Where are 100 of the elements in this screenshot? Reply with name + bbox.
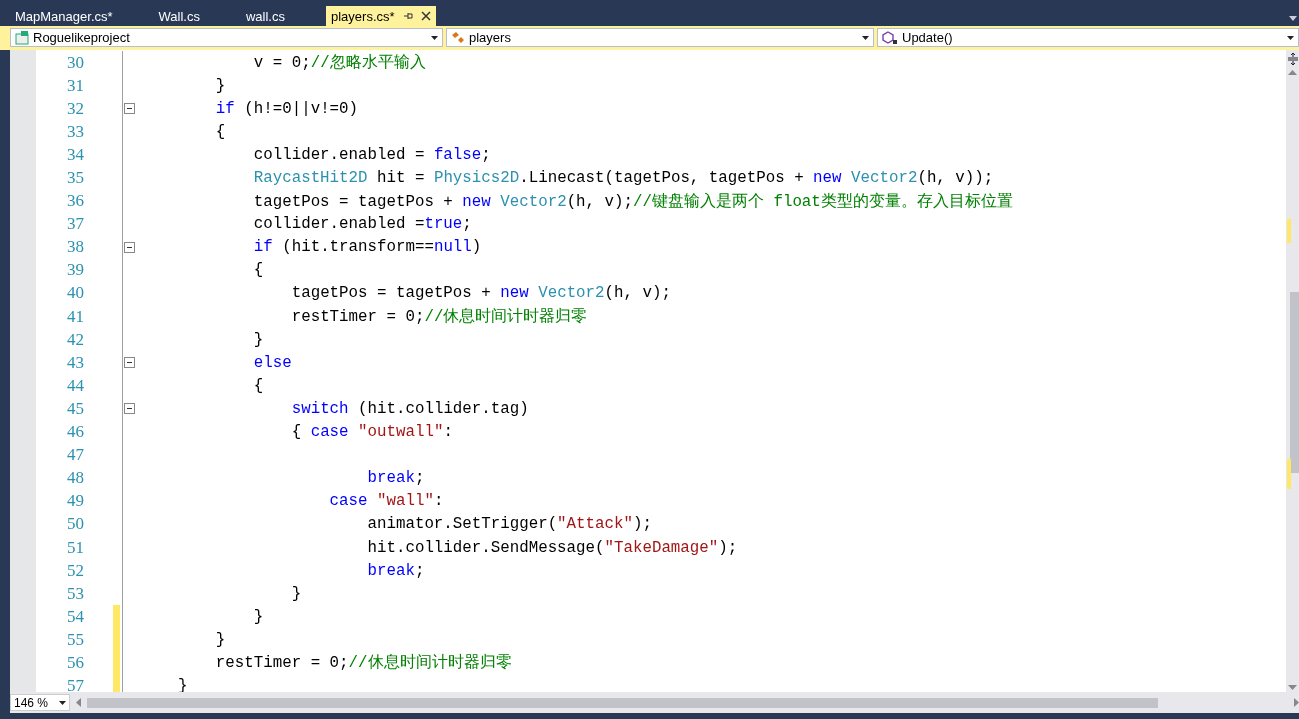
code-text: ; <box>481 145 491 164</box>
line-number: 40 <box>66 283 84 304</box>
code-text: (hit.collider.tag) <box>358 399 529 418</box>
code-text: { <box>291 423 302 442</box>
code-text: } <box>253 607 264 626</box>
dropdown-arrow-icon <box>431 35 438 40</box>
line-number: 48 <box>66 468 84 489</box>
code-text: v = 0; <box>253 54 311 73</box>
code-keyword: break <box>367 561 415 580</box>
code-text: collider.enabled = <box>253 215 425 234</box>
scroll-thumb[interactable] <box>1290 292 1299 473</box>
line-number: 44 <box>66 375 84 396</box>
project-icon <box>15 30 29 45</box>
code-text: (h, v); <box>566 192 633 211</box>
line-number: 32 <box>66 98 84 119</box>
code-text: hit.collider.SendMessage( <box>367 538 605 557</box>
code-type-name: Physics2D <box>433 169 520 187</box>
code-keyword: true <box>424 215 463 234</box>
line-number: 39 <box>66 260 84 281</box>
code-text: (hit.transform== <box>282 238 434 257</box>
scroll-thumb[interactable] <box>87 697 1158 708</box>
code-keyword: switch <box>291 399 349 418</box>
code-text: .Linecast(tagetPos, tagetPos + <box>519 169 804 187</box>
dropdown-arrow-icon <box>59 700 66 705</box>
line-number: 34 <box>66 144 84 165</box>
line-number: 42 <box>66 329 84 350</box>
line-number: 57 <box>66 676 84 692</box>
collapse-icon[interactable] <box>124 357 135 369</box>
scroll-left-icon[interactable] <box>76 698 81 707</box>
code-comment: //忽略水平输入 <box>310 54 426 73</box>
code-text: ) <box>471 238 482 257</box>
zoom-dropdown[interactable]: 146 % <box>10 694 70 711</box>
code-text: (h, v)); <box>917 169 994 187</box>
code-type-name: Vector2 <box>851 169 918 187</box>
class-dropdown[interactable]: players <box>446 28 874 47</box>
code-keyword: false <box>433 145 482 164</box>
line-number: 50 <box>66 514 84 535</box>
close-icon[interactable] <box>420 11 431 21</box>
collapse-icon[interactable] <box>124 403 135 415</box>
code-text: { <box>253 376 264 395</box>
code-text: { <box>253 261 264 280</box>
collapse-icon[interactable] <box>124 103 135 115</box>
line-number: 52 <box>66 560 84 581</box>
split-icon[interactable] <box>1286 52 1299 66</box>
line-number: 31 <box>66 75 84 96</box>
line-number: 36 <box>66 191 84 212</box>
line-number: 56 <box>66 653 84 673</box>
line-number: 54 <box>66 606 84 627</box>
code-keyword: else <box>253 353 292 372</box>
dropdown-arrow-icon <box>1287 35 1294 40</box>
line-number: 33 <box>66 121 84 142</box>
file-tab[interactable]: wall.cs <box>240 6 290 26</box>
code-text: tagetPos = tagetPos + <box>253 192 453 211</box>
code-keyword: break <box>367 469 415 488</box>
code-text: animator.SetTrigger( <box>367 515 558 534</box>
code-keyword: if <box>253 238 273 257</box>
scroll-down-icon[interactable] <box>1288 685 1297 690</box>
code-text: restTimer = 0; <box>215 654 349 673</box>
line-number: 41 <box>66 306 84 327</box>
code-text: } <box>291 584 302 603</box>
code-text: : <box>443 423 453 442</box>
code-comment: //键盘输入是两个 float类型的变量。存入目标位置 <box>633 192 1013 211</box>
line-number: 35 <box>66 168 84 188</box>
dropdown-arrow-icon <box>862 35 869 40</box>
dropdown-arrow-icon[interactable] <box>1289 16 1297 21</box>
file-tab[interactable]: Wall.cs <box>153 6 205 26</box>
scroll-up-icon[interactable] <box>1288 70 1297 75</box>
code-keyword: null <box>433 238 472 257</box>
file-tab[interactable]: players.cs* <box>326 6 436 26</box>
code-string: "wall" <box>377 492 434 511</box>
code-text: collider.enabled = <box>253 145 425 164</box>
member-dropdown[interactable]: Update() <box>877 28 1299 47</box>
code-type-name: Vector2 <box>538 284 605 303</box>
line-number: 51 <box>66 537 84 558</box>
file-tab[interactable]: MapManager.cs* <box>10 6 118 26</box>
project-dropdown[interactable]: Roguelikeproject <box>10 28 443 47</box>
code-text: ; <box>414 469 425 488</box>
line-number: 53 <box>66 583 84 604</box>
collapse-icon[interactable] <box>124 241 135 253</box>
method-icon <box>882 30 898 45</box>
code-string: "Attack" <box>557 515 633 534</box>
line-number: 45 <box>66 398 84 419</box>
code-text: hit = <box>377 169 425 187</box>
code-keyword: new <box>500 284 529 303</box>
code-text: ); <box>632 515 652 534</box>
line-number: 37 <box>66 214 84 235</box>
line-number: 49 <box>66 491 84 512</box>
line-number: 30 <box>66 52 84 73</box>
class-icon <box>451 30 465 45</box>
pin-icon[interactable] <box>402 11 413 21</box>
code-keyword: new <box>813 169 842 187</box>
code-keyword: case <box>329 492 368 511</box>
code-comment: //休息时间计时器归零 <box>348 654 512 673</box>
code-string: "TakeDamage" <box>604 538 719 557</box>
code-comment: //休息时间计时器归零 <box>424 308 588 327</box>
code-text: restTimer = 0; <box>291 308 425 327</box>
scroll-right-icon[interactable] <box>1294 698 1299 707</box>
code-type-name: RaycastHit2D <box>253 169 368 187</box>
line-number: 43 <box>66 352 84 373</box>
code-text: } <box>253 330 264 349</box>
